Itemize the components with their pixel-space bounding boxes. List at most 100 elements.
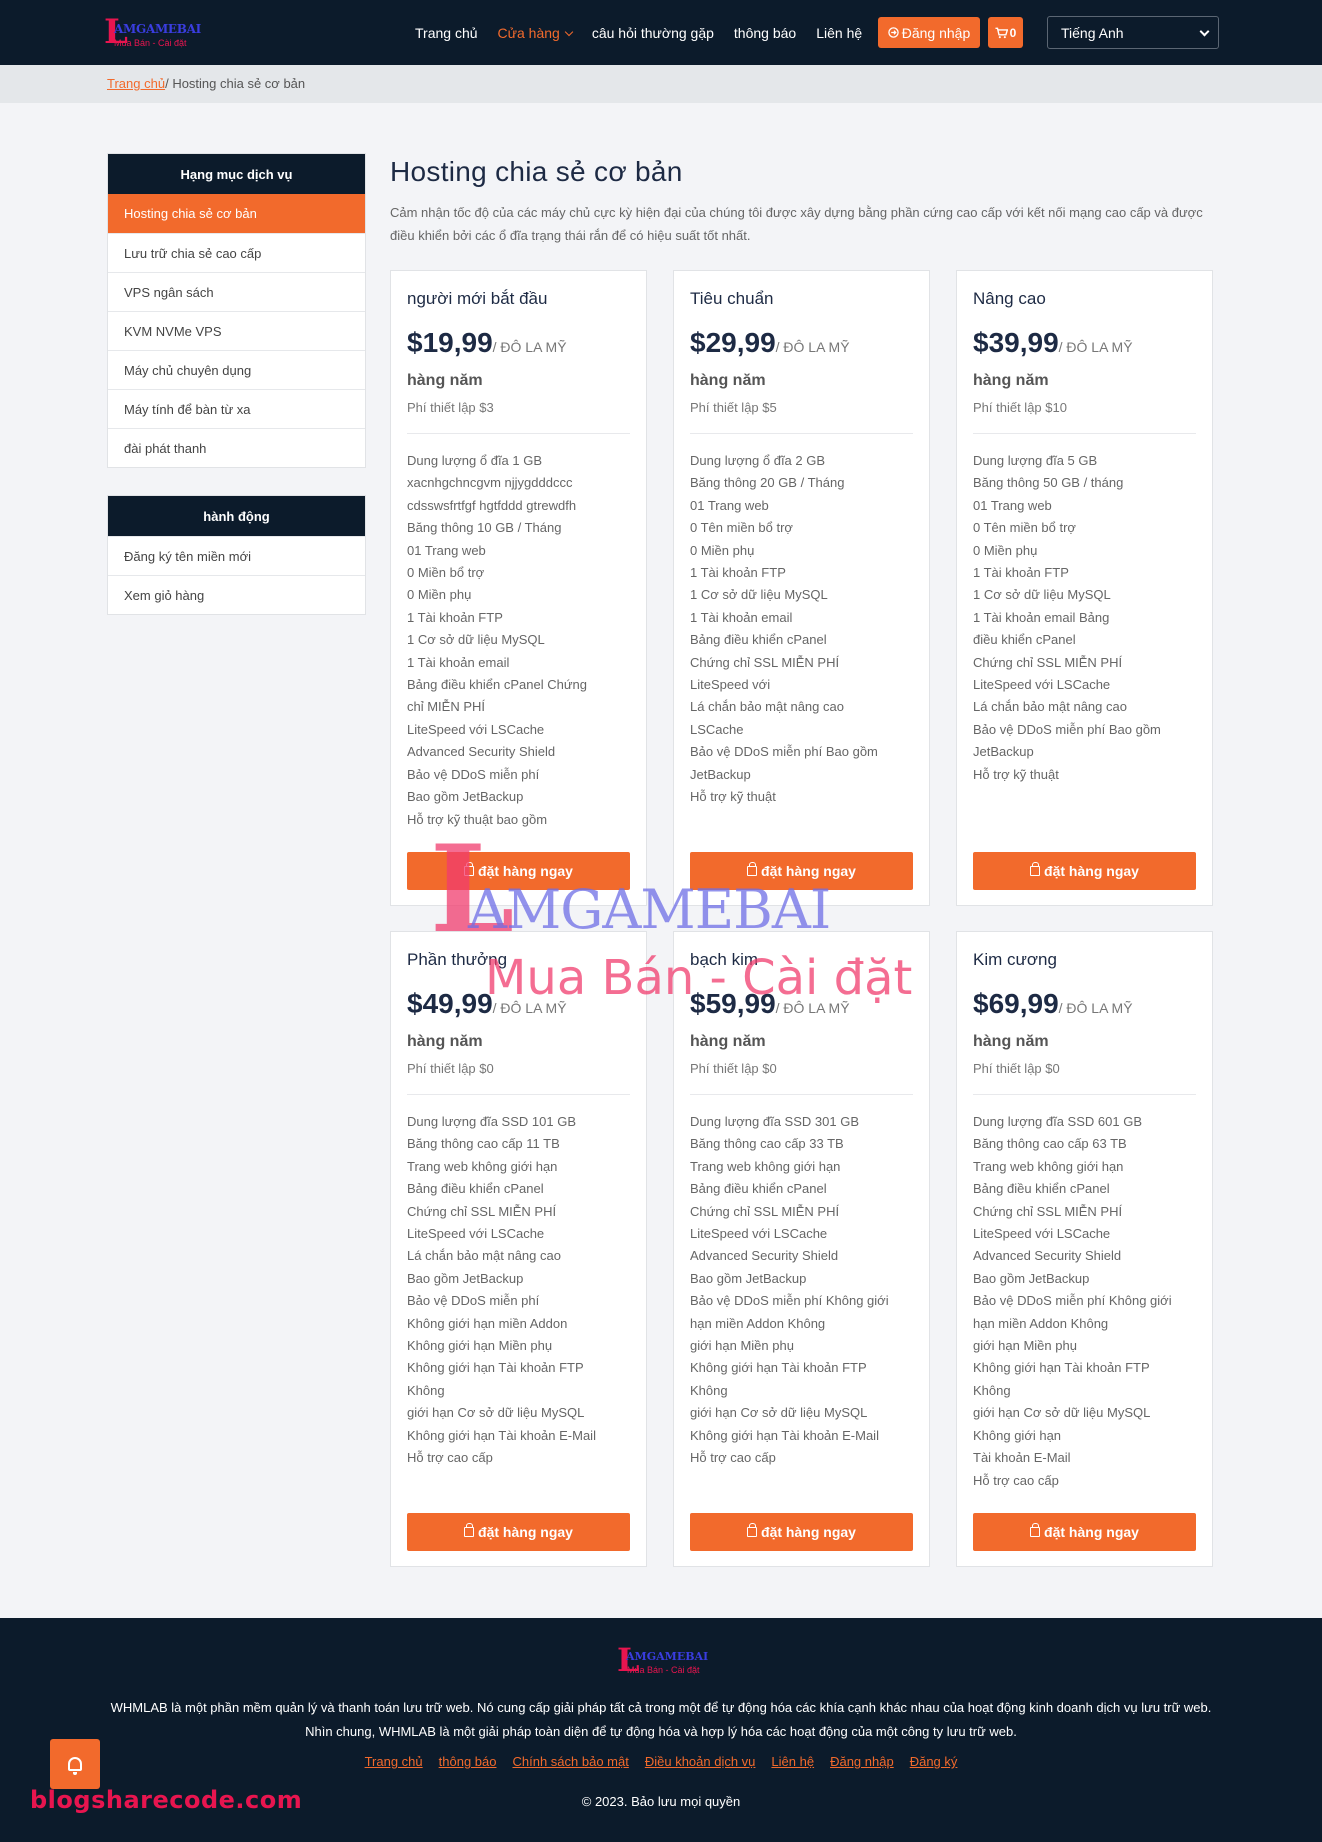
order-now-label: đặt hàng ngay <box>478 1524 573 1540</box>
sidebar-item-premium-hosting[interactable]: Lưu trữ chia sẻ cao cấp <box>108 233 365 272</box>
plan-feature-item: 0 Miền phụ <box>690 542 755 558</box>
plan-feature-item: Dung lượng ổ đĩa 2 GB <box>690 453 826 468</box>
plan-feature-item: LiteSpeed với LSCache <box>407 721 545 737</box>
plan-billing-cycle: hàng năm <box>690 1033 766 1050</box>
plan-feature-item: hạn miền Addon Không <box>973 1315 1109 1331</box>
page-description: Cảm nhận tốc độ của các máy chủ cực kỳ h… <box>390 205 1203 243</box>
sidebar-item-dedicated-server[interactable]: Máy chủ chuyên dụng <box>108 350 365 389</box>
plan-billing-cycle: hàng năm <box>407 1033 483 1050</box>
plan-feature-item: LiteSpeed với LSCache <box>973 677 1111 693</box>
plan-card: bạch kim $59,99/ ĐÔ LA MỸ hàng năm Phí t… <box>673 931 930 1567</box>
plan-feature-item: Advanced Security Shield <box>973 1248 1122 1264</box>
breadcrumb: Trang chủ/ Hosting chia sẻ cơ bản <box>107 76 305 91</box>
plan-setup-fee: Phí thiết lập $0 <box>407 1061 494 1076</box>
plan-feature-item: 1 Tài khoản email <box>407 654 510 670</box>
plan-feature-item: Không giới hạn Tài khoản FTP <box>407 1360 584 1376</box>
plan-feature-item: hạn miền Addon Không <box>690 1315 826 1331</box>
plan-feature-item: Bảo vệ DDoS miễn phí Bao gồm <box>690 744 878 760</box>
breadcrumb-separator: / <box>165 76 169 91</box>
plan-feature-item: Không giới hạn <box>973 1427 1062 1443</box>
plan-card: Phần thưởng $49,99/ ĐÔ LA MỸ hàng năm Ph… <box>390 931 647 1567</box>
footer-link-announcements[interactable]: thông báo <box>439 1754 497 1769</box>
order-now-button[interactable]: đặt hàng ngay <box>690 852 913 890</box>
breadcrumb-home-link[interactable]: Trang chủ <box>107 76 165 91</box>
plan-feature-item: Không giới hạn Miền phụ <box>407 1338 553 1354</box>
plan-feature-item: LiteSpeed với LSCache <box>407 1226 545 1242</box>
order-now-label: đặt hàng ngay <box>1044 863 1139 879</box>
plan-feature-item: Bảng điều khiển cPanel <box>973 1181 1110 1197</box>
plan-setup-fee: Phí thiết lập $0 <box>973 1061 1060 1076</box>
plan-feature-item: 0 Miền phụ <box>973 542 1038 558</box>
plan-price-unit: / ĐÔ LA MỸ <box>492 339 567 355</box>
nav-home[interactable]: Trang chủ <box>405 25 488 41</box>
plan-feature-item: Dung lượng đĩa SSD 101 GB <box>407 1114 576 1129</box>
plan-feature-item: Trang web không giới hạn <box>407 1158 558 1174</box>
nav-faq[interactable]: câu hỏi thường gặp <box>582 25 724 41</box>
sidebar-item-budget-vps[interactable]: VPS ngân sách <box>108 272 365 311</box>
footer-link-privacy[interactable]: Chính sách bảo mật <box>512 1754 628 1769</box>
plan-features: Dung lượng đĩa 5 GB Băng thông 50 GB / th… <box>973 450 1202 786</box>
plan-feature-item: Hỗ trợ kỹ thuật bao gồm <box>407 811 548 827</box>
plan-feature-item: 1 Tài khoản FTP <box>973 565 1069 581</box>
plan-feature-item: Bảo vệ DDoS miễn phí <box>407 1293 540 1309</box>
order-now-button[interactable]: đặt hàng ngay <box>973 852 1196 890</box>
plan-billing-cycle: hàng năm <box>973 1033 1049 1050</box>
plan-card: Kim cương $69,99/ ĐÔ LA MỸ hàng năm Phí … <box>956 931 1213 1567</box>
plan-feature-item: 1 Cơ sở dữ liệu MySQL <box>973 587 1111 603</box>
order-now-button[interactable]: đặt hàng ngay <box>973 1513 1196 1551</box>
page-title: Hosting chia sẻ cơ bản <box>390 156 683 187</box>
plan-feature-item: Băng thông cao cấp 11 TB <box>407 1136 560 1152</box>
shopping-bag-icon <box>1030 1523 1041 1537</box>
footer-link-login[interactable]: Đăng nhập <box>830 1754 894 1769</box>
plan-feature-item: Bảo vệ DDoS miễn phí Không giới <box>690 1293 889 1309</box>
order-now-button[interactable]: đặt hàng ngay <box>407 1513 630 1551</box>
plan-price: $29,99/ ĐÔ LA MỸ <box>690 327 850 359</box>
nav-announcements[interactable]: thông báo <box>724 25 806 41</box>
plan-price-amount: $69,99 <box>973 988 1059 1019</box>
language-value: Tiếng Anh <box>1061 24 1124 41</box>
actions-title: hành động <box>108 496 365 536</box>
plan-price-amount: $49,99 <box>407 988 493 1019</box>
sidebar-item-register-domain[interactable]: Đăng ký tên miền mới <box>108 536 365 575</box>
logo-subtitle: Mua Bán - Cài đặt <box>114 38 187 48</box>
notification-button[interactable] <box>50 1739 100 1789</box>
footer-link-home[interactable]: Trang chủ <box>365 1754 423 1769</box>
plan-feature-item: LiteSpeed với LSCache <box>973 1226 1111 1242</box>
shopping-bag-icon <box>464 1523 475 1537</box>
plan-price-unit: / ĐÔ LA MỸ <box>1058 1000 1133 1016</box>
plan-feature-item: giới hạn Cơ sở dữ liệu MySQL <box>407 1405 585 1421</box>
sidebar-item-view-cart[interactable]: Xem giỏ hàng <box>108 575 365 614</box>
plan-features: Dung lượng đĩa SSD 601 GB Băng thông cao … <box>973 1111 1202 1492</box>
plan-price-unit: / ĐÔ LA MỸ <box>775 339 850 355</box>
nav-store[interactable]: Cửa hàng <box>488 25 582 41</box>
brand-logo[interactable]: L AMGAMEBAI Mua Bán - Cài đặt <box>104 15 201 51</box>
plan-feature-item: Không <box>407 1382 445 1398</box>
order-now-label: đặt hàng ngay <box>761 1524 856 1540</box>
logo-subtitle: Mua Bán - Cài đặt <box>627 1665 700 1675</box>
divider <box>973 1094 1196 1095</box>
plan-card: Tiêu chuẩn $29,99/ ĐÔ LA MỸ hàng năm Phí… <box>673 270 930 906</box>
language-select[interactable]: Tiếng Anh <box>1047 16 1219 49</box>
login-button[interactable]: Đăng nhập <box>878 17 980 48</box>
plan-feature-item: Hỗ trợ cao cấp <box>690 1450 776 1466</box>
footer-link-terms[interactable]: Điều khoản dịch vụ <box>645 1754 756 1769</box>
nav-store-label: Cửa hàng <box>497 24 560 41</box>
sidebar-item-kvm-vps[interactable]: KVM NVMe VPS <box>108 311 365 350</box>
cart-button[interactable]: 0 <box>988 17 1023 48</box>
sidebar-item-shared-hosting[interactable]: Hosting chia sẻ cơ bản <box>108 194 365 233</box>
plan-feature-item: Không giới hạn Tài khoản FTP <box>690 1360 867 1376</box>
nav-contact[interactable]: Liên hệ <box>806 25 872 41</box>
actions-panel: hành động Đăng ký tên miền mới Xem giỏ h… <box>107 495 366 615</box>
footer-logo[interactable]: L AMGAMEBAI Mua Bán - Cài đặt <box>617 1644 708 1680</box>
footer-link-contact[interactable]: Liên hệ <box>771 1754 814 1769</box>
footer-link-register[interactable]: Đăng ký <box>910 1754 958 1769</box>
divider <box>407 1094 630 1095</box>
plan-feature-item: Chứng chỉ SSL MIỄN PHÍ <box>407 1203 557 1219</box>
order-now-button[interactable]: đặt hàng ngay <box>690 1513 913 1551</box>
plan-feature-item: 01 Trang web <box>407 542 486 558</box>
sidebar-item-remote-desktop[interactable]: Máy tính để bàn từ xa <box>108 389 365 428</box>
plan-name: bạch kim <box>690 950 759 969</box>
order-now-button[interactable]: đặt hàng ngay <box>407 852 630 890</box>
plan-feature-item: Advanced Security Shield <box>690 1248 839 1264</box>
sidebar-item-radio[interactable]: đài phát thanh <box>108 428 365 467</box>
